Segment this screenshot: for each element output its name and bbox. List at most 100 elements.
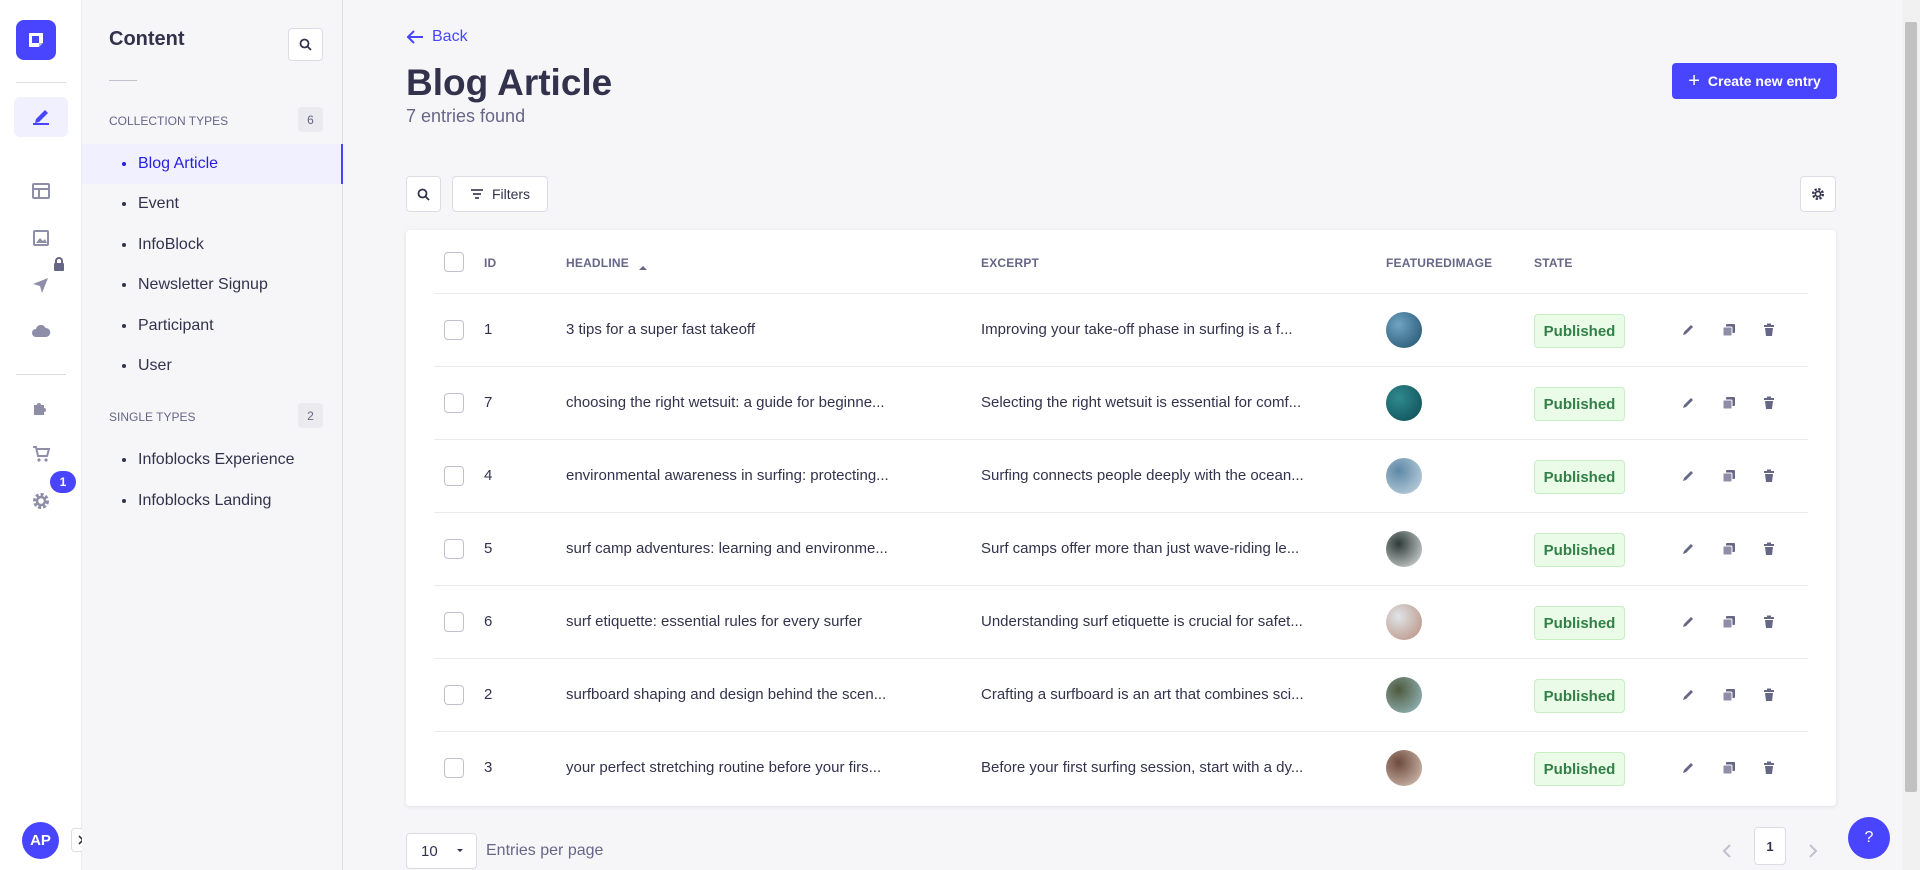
subnav-search-button[interactable]: [288, 28, 323, 61]
subnav-item-event[interactable]: Event: [82, 184, 343, 224]
cell-headline: surf camp adventures: learning and envir…: [566, 540, 888, 557]
duplicate-icon[interactable]: [1719, 685, 1739, 705]
edit-icon[interactable]: [1678, 320, 1698, 340]
marketplace-icon[interactable]: [14, 434, 68, 474]
content-manager-icon[interactable]: [14, 97, 68, 137]
row-checkbox[interactable]: [444, 466, 464, 486]
row-checkbox[interactable]: [444, 393, 464, 413]
column-header-headline[interactable]: HEADLINE: [566, 256, 629, 270]
single-types-heading[interactable]: SINGLE TYPES: [109, 410, 195, 424]
main-nav-rail: 1 AP: [0, 0, 91, 870]
avatar[interactable]: AP: [22, 822, 59, 859]
edit-icon[interactable]: [1678, 612, 1698, 632]
subnav-item-user[interactable]: User: [82, 346, 343, 386]
delete-icon[interactable]: [1759, 466, 1779, 486]
entries-count: 7 entries found: [406, 106, 526, 126]
cell-headline: 3 tips for a super fast takeoff: [566, 321, 755, 338]
status-badge: Published: [1534, 679, 1625, 713]
edit-icon[interactable]: [1678, 393, 1698, 413]
media-library-icon[interactable]: [14, 218, 68, 258]
subnav-item-infoblocks-landing[interactable]: Infoblocks Landing: [82, 481, 343, 521]
previous-page-button[interactable]: [1716, 836, 1738, 866]
subnav-item-blog-article[interactable]: Blog Article: [82, 144, 343, 184]
featured-image-thumbnail[interactable]: [1386, 531, 1422, 567]
table-search-button[interactable]: [406, 176, 441, 212]
page-1-button[interactable]: 1: [1754, 827, 1786, 865]
sort-ascending-icon[interactable]: [638, 258, 648, 276]
scrollbar-thumb[interactable]: [1905, 22, 1917, 792]
select-all-checkbox[interactable]: [444, 252, 464, 272]
bullet-icon: [122, 162, 126, 166]
entries-per-page-select[interactable]: 10: [406, 833, 477, 869]
view-settings-button[interactable]: [1800, 176, 1836, 212]
table-row[interactable]: 7 choosing the right wetsuit: a guide for…: [434, 367, 1808, 440]
table-row[interactable]: 6 surf etiquette: essential rules for eve…: [434, 586, 1808, 659]
subnav-item-participant[interactable]: Participant: [82, 306, 343, 346]
edit-icon[interactable]: [1678, 685, 1698, 705]
column-header-featuredimage[interactable]: FEATUREDIMAGE: [1386, 256, 1492, 270]
featured-image-thumbnail[interactable]: [1386, 312, 1422, 348]
duplicate-icon[interactable]: [1719, 393, 1739, 413]
featured-image-thumbnail[interactable]: [1386, 604, 1422, 640]
row-checkbox[interactable]: [444, 320, 464, 340]
duplicate-icon[interactable]: [1719, 320, 1739, 340]
duplicate-icon[interactable]: [1719, 466, 1739, 486]
featured-image-thumbnail[interactable]: [1386, 385, 1422, 421]
table-row[interactable]: 2 surfboard shaping and design behind the…: [434, 659, 1808, 732]
page-scrollbar[interactable]: [1902, 0, 1920, 870]
row-checkbox[interactable]: [444, 685, 464, 705]
delete-icon[interactable]: [1759, 685, 1779, 705]
chevron-right-icon: [1809, 844, 1818, 858]
duplicate-icon[interactable]: [1719, 758, 1739, 778]
next-page-button[interactable]: [1802, 836, 1824, 866]
filter-icon: [470, 189, 483, 199]
delete-icon[interactable]: [1759, 758, 1779, 778]
logo-icon[interactable]: [16, 20, 56, 60]
subnav-item-infoblock[interactable]: InfoBlock: [82, 225, 343, 265]
table-header: ID HEADLINE EXCERPT FEATUREDIMAGE STATE: [434, 230, 1808, 294]
featured-image-thumbnail[interactable]: [1386, 458, 1422, 494]
delete-icon[interactable]: [1759, 320, 1779, 340]
lock-icon: [52, 256, 66, 277]
create-new-entry-button[interactable]: + Create new entry: [1672, 63, 1837, 99]
duplicate-icon[interactable]: [1719, 612, 1739, 632]
table-row[interactable]: 1 3 tips for a super fast takeoff Improvin…: [434, 294, 1808, 367]
bullet-icon: [122, 283, 126, 287]
delete-icon[interactable]: [1759, 539, 1779, 559]
edit-icon[interactable]: [1678, 539, 1698, 559]
table-row[interactable]: 3 your perfect stretching routine before …: [434, 732, 1808, 805]
cell-excerpt: Improving your take-off phase in surfing…: [981, 321, 1293, 338]
column-header-id[interactable]: ID: [484, 256, 496, 270]
gear-icon: [1811, 187, 1825, 201]
delete-icon[interactable]: [1759, 393, 1779, 413]
bullet-icon: [122, 202, 126, 206]
edit-icon[interactable]: [1678, 758, 1698, 778]
content-type-builder-icon[interactable]: [14, 171, 68, 211]
table-row[interactable]: 4 environmental awareness in surfing: pro…: [434, 440, 1808, 513]
cell-id: 2: [484, 686, 493, 703]
delete-icon[interactable]: [1759, 612, 1779, 632]
back-link[interactable]: Back: [406, 28, 468, 46]
cell-id: 3: [484, 759, 493, 776]
table-row[interactable]: 5 surf camp adventures: learning and envi…: [434, 513, 1808, 586]
column-header-state[interactable]: STATE: [1534, 256, 1573, 270]
plugins-icon[interactable]: [14, 387, 68, 427]
collection-types-heading[interactable]: COLLECTION TYPES: [109, 114, 228, 128]
help-button[interactable]: ?: [1848, 817, 1890, 859]
edit-icon[interactable]: [1678, 466, 1698, 486]
subnav-item-infoblocks-experience[interactable]: Infoblocks Experience: [82, 440, 343, 480]
featured-image-thumbnail[interactable]: [1386, 750, 1422, 786]
row-checkbox[interactable]: [444, 612, 464, 632]
collection-types-count: 6: [298, 107, 323, 132]
duplicate-icon[interactable]: [1719, 539, 1739, 559]
subnav-item-newsletter-signup[interactable]: Newsletter Signup: [82, 265, 343, 305]
filters-button[interactable]: Filters: [452, 176, 548, 212]
chevron-down-icon: [457, 849, 463, 852]
row-checkbox[interactable]: [444, 758, 464, 778]
row-checkbox[interactable]: [444, 539, 464, 559]
arrow-left-icon: [406, 30, 423, 44]
column-header-excerpt[interactable]: EXCERPT: [981, 256, 1039, 270]
featured-image-thumbnail[interactable]: [1386, 677, 1422, 713]
deploy-icon[interactable]: [14, 312, 68, 352]
rail-divider: [16, 374, 66, 375]
